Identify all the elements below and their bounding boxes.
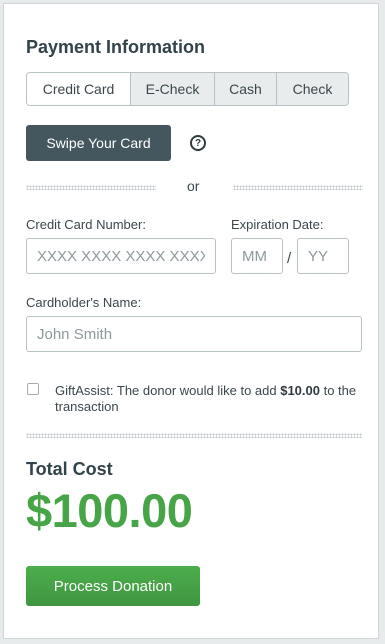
total-cost-label: Total Cost (26, 459, 113, 479)
tab-e-check[interactable]: E-Check (130, 73, 214, 105)
question-circle-icon[interactable]: ? (190, 135, 206, 151)
cardholder-label: Cardholder's Name: (26, 295, 142, 310)
cardholder-name-input[interactable] (26, 316, 362, 352)
tab-credit-card[interactable]: Credit Card (27, 73, 130, 105)
payment-method-tabs: Credit Card E-Check Cash Check (26, 72, 349, 106)
section-divider (26, 433, 362, 438)
card-number-label: Credit Card Number: (26, 217, 146, 232)
divider-right (233, 185, 363, 190)
gift-assist-text: GiftAssist: The donor would like to add … (55, 383, 375, 415)
gift-assist-amount: $10.00 (280, 383, 320, 398)
exp-month-input[interactable] (231, 238, 283, 274)
divider-left (26, 185, 156, 190)
gift-assist-checkbox[interactable] (27, 383, 39, 395)
exp-year-input[interactable] (297, 238, 349, 274)
process-donation-button[interactable]: Process Donation (26, 566, 200, 606)
expiration-label: Expiration Date: (231, 217, 324, 232)
gift-assist-text-before: GiftAssist: The donor would like to add (55, 383, 281, 398)
payment-panel: Payment Information Credit Card E-Check … (3, 3, 379, 639)
divider-or-text: or (187, 178, 200, 194)
card-number-input[interactable] (26, 238, 216, 274)
swipe-card-button[interactable]: Swipe Your Card (26, 125, 171, 161)
exp-separator: / (287, 250, 292, 267)
page-title: Payment Information (26, 37, 206, 57)
tab-cash[interactable]: Cash (214, 73, 276, 105)
total-cost-amount: $100.00 (26, 484, 193, 537)
tab-check[interactable]: Check (276, 73, 348, 105)
